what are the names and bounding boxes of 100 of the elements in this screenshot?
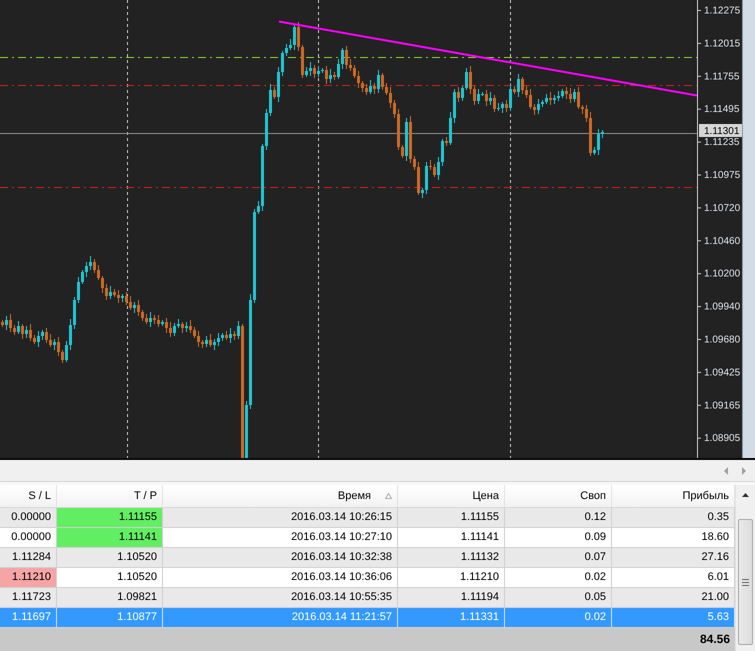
falling-candle — [225, 331, 228, 340]
table-cell: 1.09821 — [57, 588, 163, 607]
table-cell: 0.09 — [505, 528, 612, 547]
axis-label: 1.11755 — [704, 71, 740, 82]
axis-label: 1.08905 — [704, 433, 740, 444]
table-cell: 1.11141 — [398, 528, 505, 547]
vertical-scrollbar[interactable] — [735, 485, 755, 651]
column-header[interactable]: Прибыль — [612, 485, 735, 507]
table-cell: 1.11331 — [398, 608, 505, 627]
rising-candle — [109, 286, 112, 299]
table-row[interactable]: 1.11210 1.10520 2016.03.14 10:36:06 1.11210 0.02 6.01 — [0, 568, 735, 588]
up-arrow-icon[interactable] — [742, 493, 749, 497]
total-profit: 84.56 — [698, 631, 731, 648]
table-cell: 0.05 — [505, 588, 612, 607]
falling-candle — [505, 100, 508, 112]
falling-candle — [313, 65, 316, 78]
table-cell: 2016.03.14 10:36:06 — [163, 568, 398, 587]
falling-candle — [445, 137, 448, 146]
falling-candle — [181, 322, 184, 333]
rising-candle — [517, 74, 520, 97]
table-cell: 2016.03.14 10:32:38 — [163, 548, 398, 567]
falling-candle — [1, 320, 4, 327]
column-header[interactable]: Цена — [398, 485, 505, 507]
column-header[interactable]: Время — [163, 485, 398, 507]
table-cell: 1.11155 — [57, 508, 163, 527]
table-cell: 2016.03.14 10:26:15 — [163, 508, 398, 527]
rising-candle — [489, 92, 492, 105]
axis-label: 1.09165 — [704, 400, 740, 412]
column-header[interactable]: Своп — [505, 485, 612, 507]
table-cell: 0.07 — [505, 548, 612, 567]
axis-label: 1.10460 — [704, 236, 740, 247]
table-cell: 0.12 — [505, 508, 612, 527]
rising-candle — [17, 321, 20, 334]
rising-candle — [205, 336, 208, 347]
rising-candle — [405, 118, 408, 161]
axis-label: 1.09680 — [704, 334, 740, 346]
rising-candle — [53, 339, 56, 350]
table-cell: 1.11155 — [398, 508, 505, 527]
table-cell: 1.11210 — [0, 568, 57, 587]
rising-candle — [5, 316, 8, 330]
axis-label: 1.12015 — [704, 38, 740, 50]
falling-candle — [273, 87, 276, 99]
axis-label: 1.10975 — [704, 170, 740, 181]
falling-candle — [493, 95, 496, 112]
rising-candle — [121, 294, 124, 302]
table-cell: 1.11697 — [0, 608, 57, 627]
rising-candle — [185, 322, 188, 332]
falling-candle — [373, 83, 376, 94]
axis-label: 1.09425 — [704, 367, 740, 378]
table-row[interactable]: 1.11284 1.10520 2016.03.14 10:32:38 1.11132 0.07 27.16 — [0, 548, 735, 568]
column-header[interactable]: T / P — [57, 485, 163, 507]
table-cell: 1.11284 — [0, 548, 57, 567]
rising-candle — [237, 321, 240, 339]
table-cell: 1.11141 — [57, 528, 163, 547]
axis-label: 1.10720 — [704, 202, 740, 214]
axis-label: 1.11235 — [704, 137, 740, 148]
rising-candle — [329, 69, 332, 83]
rising-candle — [509, 83, 512, 111]
left-arrow-icon[interactable] — [724, 466, 728, 474]
rising-candle — [369, 80, 372, 94]
table-cell: 2016.03.14 10:27:10 — [163, 528, 398, 547]
current-price-label: 1.11301 — [699, 124, 742, 138]
falling-candle — [21, 324, 24, 339]
table-cell: 1.10520 — [57, 568, 163, 587]
rising-candle — [377, 70, 380, 93]
falling-candle — [209, 334, 212, 347]
grip-icon — [742, 578, 749, 586]
table-row[interactable]: 0.00000 1.11155 2016.03.14 10:26:15 1.11155 0.12 0.35 — [0, 508, 735, 528]
rising-candle — [229, 328, 232, 343]
falling-candle — [333, 72, 336, 80]
axis-label: 1.10200 — [704, 268, 740, 280]
axis-label: 1.09940 — [704, 302, 740, 313]
falling-candle — [549, 92, 552, 105]
table-cell: 1.10877 — [57, 608, 163, 627]
falling-candle — [233, 331, 236, 340]
table-cell: 1.11194 — [398, 588, 505, 607]
table-cell: 2016.03.14 11:21:57 — [163, 608, 398, 627]
table-cell: 2016.03.14 10:55:35 — [163, 588, 398, 607]
axis-label: 1.11495 — [704, 104, 740, 116]
table-cell: 1.11210 — [398, 568, 505, 587]
table-row[interactable]: 0.00000 1.11141 2016.03.14 10:27:10 1.11141 0.09 18.60 — [0, 528, 735, 548]
falling-candle — [485, 90, 488, 106]
falling-candle — [325, 66, 328, 84]
table-cell: 0.02 — [505, 608, 612, 627]
right-arrow-icon[interactable] — [742, 466, 746, 474]
table-cell: 1.11132 — [398, 548, 505, 567]
rising-candle — [573, 89, 576, 102]
column-header[interactable]: S / L — [0, 485, 57, 507]
rising-candle — [161, 320, 164, 326]
rising-candle — [149, 312, 152, 327]
table-cell: 0.02 — [505, 568, 612, 587]
rising-candle — [133, 302, 136, 313]
axis-label: 1.12275 — [704, 6, 740, 16]
table-cell: 1.11723 — [0, 588, 57, 607]
table-row[interactable]: 1.11723 1.09821 2016.03.14 10:55:35 1.11194 0.05 21.00 — [0, 588, 735, 608]
table-cell: 1.10520 — [57, 548, 163, 567]
falling-candle — [457, 87, 460, 102]
falling-candle — [513, 86, 516, 94]
scrollbar-thumb[interactable] — [738, 519, 753, 645]
rising-candle — [25, 326, 28, 338]
